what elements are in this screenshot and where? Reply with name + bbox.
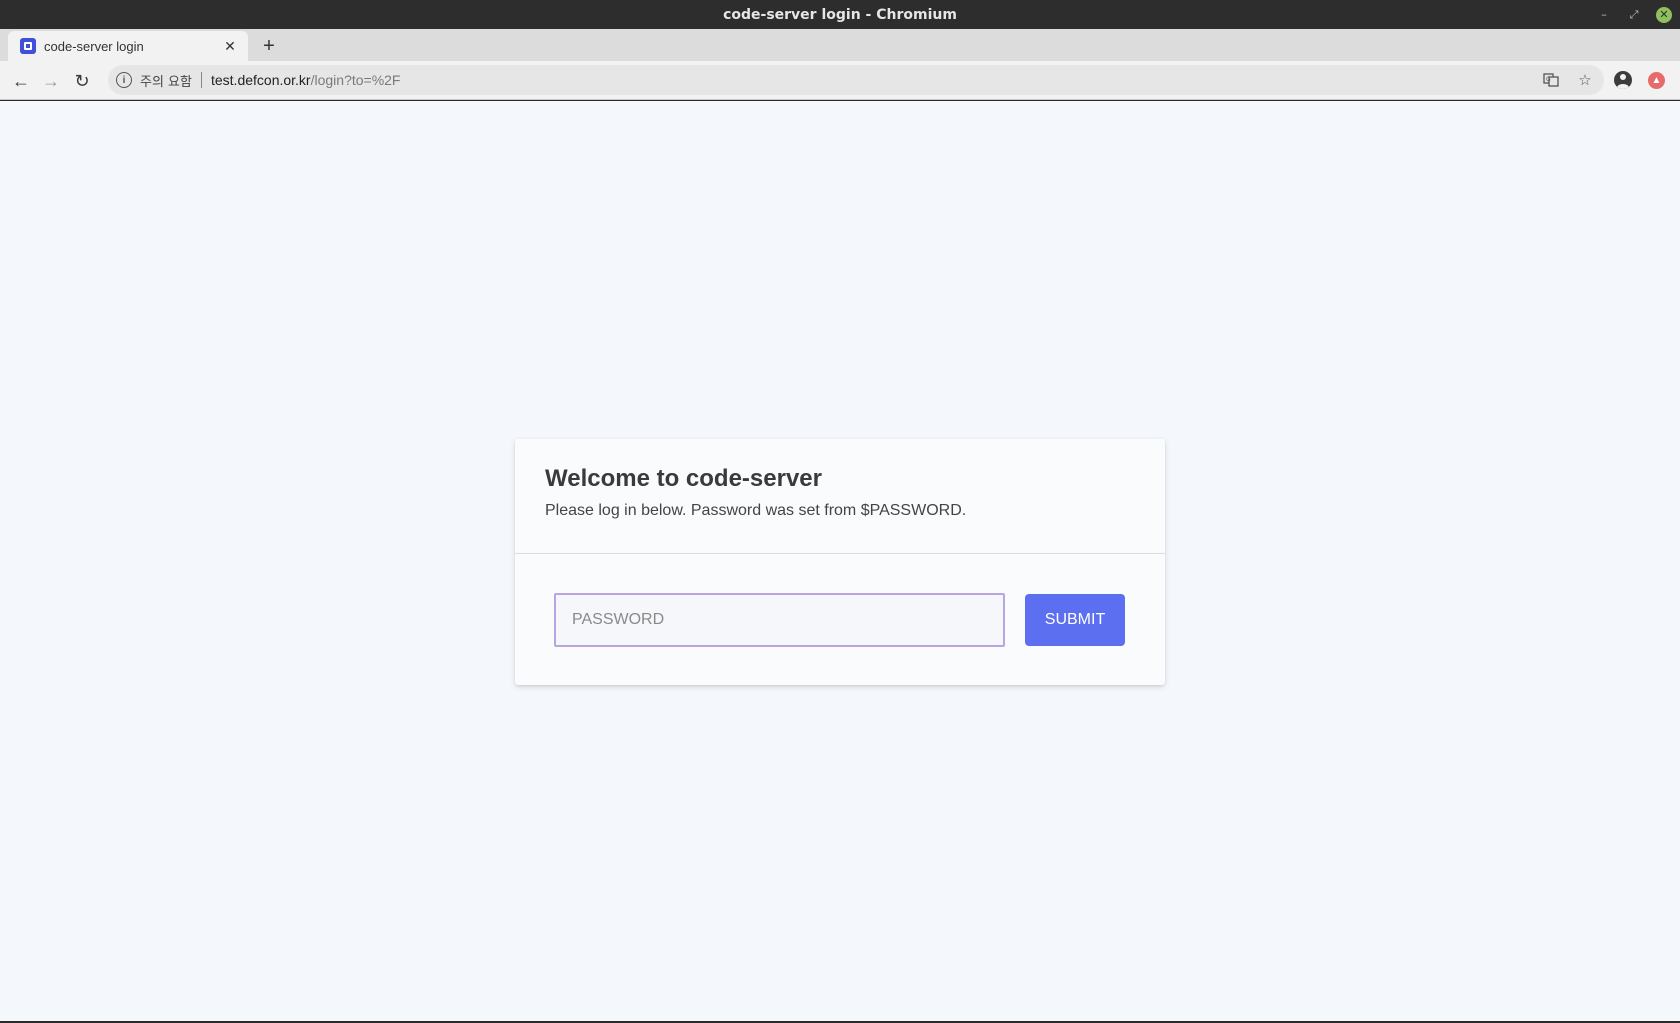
maximize-icon[interactable]: ⤢ <box>1626 7 1642 23</box>
login-form: SUBMIT <box>515 554 1165 684</box>
page-title: Welcome to code-server <box>545 465 822 492</box>
login-card: Welcome to code-server Please log in bel… <box>515 439 1165 685</box>
reload-icon[interactable]: ↻ <box>70 69 94 93</box>
url-path[interactable]: /login?to=%2F <box>311 72 401 88</box>
password-input[interactable] <box>554 593 1005 647</box>
arrow-right-icon[interactable]: → <box>39 69 63 93</box>
tab-code-server-login[interactable]: code-server login ✕ <box>8 31 248 61</box>
new-tab-plus-icon[interactable]: + <box>258 35 280 57</box>
extension-icon[interactable]: ▲ <box>1648 72 1665 89</box>
window-titlebar: code-server login - Chromium – ⤢ ✕ <box>0 0 1680 29</box>
login-card-header: Welcome to code-server Please log in bel… <box>515 439 1165 554</box>
arrow-left-icon[interactable]: ← <box>9 69 33 93</box>
submit-button[interactable]: SUBMIT <box>1025 594 1125 646</box>
minimize-icon[interactable]: – <box>1596 7 1612 23</box>
info-icon[interactable]: i <box>116 72 132 88</box>
code-server-icon <box>20 38 36 54</box>
svg-text:G: G <box>1546 76 1551 83</box>
window-title: code-server login - Chromium <box>723 6 957 23</box>
address-separator <box>200 72 202 88</box>
translate-icon[interactable]: G <box>1542 71 1560 89</box>
window-controls: – ⤢ ✕ <box>1596 0 1672 29</box>
tab-strip: code-server login ✕ + <box>0 29 1680 61</box>
close-icon[interactable]: ✕ <box>1656 6 1672 23</box>
tab-title: code-server login <box>44 38 144 54</box>
star-icon[interactable]: ☆ <box>1576 71 1594 89</box>
browser-toolbar: ← → ↻ i 주의 요함 test.defcon.or.kr/login?to… <box>0 61 1680 100</box>
url-host[interactable]: test.defcon.or.kr <box>211 72 311 88</box>
profile-icon[interactable] <box>1614 71 1632 89</box>
address-bar-actions: G ☆ <box>1542 65 1594 95</box>
login-subtitle: Please log in below. Password was set fr… <box>545 502 967 519</box>
address-bar[interactable]: i 주의 요함 test.defcon.or.kr/login?to=%2F G… <box>108 65 1604 95</box>
tab-close-icon[interactable]: ✕ <box>222 38 238 54</box>
page-viewport: Welcome to code-server Please log in bel… <box>0 101 1680 1022</box>
security-label[interactable]: 주의 요함 <box>140 71 192 90</box>
